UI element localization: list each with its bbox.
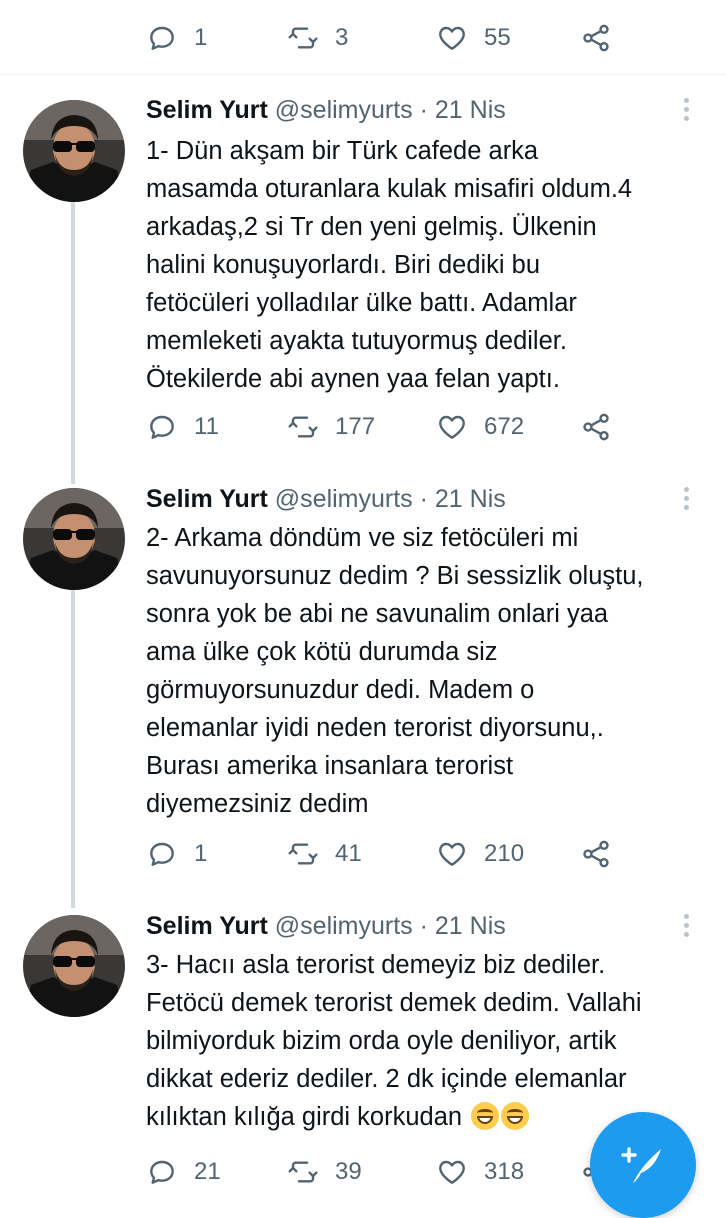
share-button[interactable]	[580, 18, 612, 58]
divider	[0, 74, 726, 75]
like-count: 55	[484, 24, 511, 51]
reply-icon	[146, 838, 178, 870]
reply-count: 1	[194, 24, 208, 51]
tweet-date[interactable]: 21 Nis	[435, 96, 506, 124]
share-icon	[580, 838, 612, 870]
tweet-text: 1- Dün akşam bir Türk cafede arka masamd…	[146, 137, 633, 393]
tweet-header: Selim Yurt @selimyurts · 21 Nis	[146, 910, 506, 942]
previous-tweet-actions: 1 3 55	[0, 18, 726, 58]
tweet-header: Selim Yurt @selimyurts · 21 Nis	[146, 94, 506, 126]
retweet-button[interactable]: 39	[287, 1152, 362, 1192]
reply-icon	[146, 1156, 178, 1188]
tweet-text: 3- Hacıı asla terorist demeyiz biz dedil…	[146, 951, 642, 1131]
compose-tweet-button[interactable]	[590, 1112, 696, 1218]
share-button[interactable]	[580, 834, 612, 874]
more-icon[interactable]	[676, 483, 696, 517]
separator: ·	[419, 485, 428, 513]
share-icon	[580, 22, 612, 54]
retweet-count: 177	[335, 413, 376, 440]
like-count: 210	[484, 840, 525, 867]
grinning-face-emoji	[501, 1102, 530, 1130]
like-icon	[436, 411, 468, 443]
retweet-count: 41	[335, 840, 362, 867]
reply-button[interactable]: 21	[146, 1152, 221, 1192]
like-count: 672	[484, 413, 525, 440]
like-button[interactable]: 55	[436, 18, 511, 58]
like-icon	[436, 1156, 468, 1188]
avatar[interactable]	[23, 488, 125, 590]
reply-icon	[146, 22, 178, 54]
author-name[interactable]: Selim Yurt	[146, 96, 268, 124]
retweet-count: 39	[335, 1158, 362, 1185]
share-button[interactable]	[580, 407, 612, 447]
grinning-face-emoji	[471, 1102, 500, 1130]
reply-button[interactable]: 11	[146, 407, 219, 447]
reply-count: 11	[194, 413, 219, 440]
more-icon[interactable]	[676, 910, 696, 944]
reply-button[interactable]: 1	[146, 18, 207, 58]
tweet-actions: 11 177 672	[0, 407, 726, 447]
separator: ·	[419, 912, 428, 940]
like-button[interactable]: 318	[436, 1152, 524, 1192]
author-handle[interactable]: @selimyurts	[275, 912, 413, 940]
tweet-actions: 1 41 210	[0, 834, 726, 874]
tweet-date[interactable]: 21 Nis	[435, 485, 506, 513]
reply-button[interactable]: 1	[146, 834, 207, 874]
retweet-button[interactable]: 177	[287, 407, 375, 447]
reply-count: 21	[194, 1158, 221, 1185]
tweet-header: Selim Yurt @selimyurts · 21 Nis	[146, 483, 506, 515]
tweet-text: 2- Arkama döndüm ve siz fetöcüleri mi sa…	[146, 524, 644, 818]
retweet-button[interactable]: 41	[287, 834, 362, 874]
like-button[interactable]: 672	[436, 407, 524, 447]
author-name[interactable]: Selim Yurt	[146, 912, 268, 940]
tweet-text-container: 3- Hacıı asla terorist demeyiz biz dedil…	[146, 946, 706, 1136]
like-icon	[436, 838, 468, 870]
reply-count: 1	[194, 840, 208, 867]
author-handle[interactable]: @selimyurts	[275, 96, 413, 124]
retweet-icon	[287, 1156, 319, 1188]
author-handle[interactable]: @selimyurts	[275, 485, 413, 513]
like-icon	[436, 22, 468, 54]
like-button[interactable]: 210	[436, 834, 524, 874]
avatar[interactable]	[23, 915, 125, 1017]
author-name[interactable]: Selim Yurt	[146, 485, 268, 513]
reply-icon	[146, 411, 178, 443]
retweet-icon	[287, 838, 319, 870]
retweet-count: 3	[335, 24, 349, 51]
compose-tweet-icon	[621, 1147, 661, 1183]
retweet-icon	[287, 411, 319, 443]
like-count: 318	[484, 1158, 525, 1185]
share-icon	[580, 411, 612, 443]
more-icon[interactable]	[676, 94, 696, 128]
retweet-icon	[287, 22, 319, 54]
separator: ·	[419, 96, 428, 124]
avatar[interactable]	[23, 100, 125, 202]
tweet-date[interactable]: 21 Nis	[435, 912, 506, 940]
retweet-button[interactable]: 3	[287, 18, 348, 58]
